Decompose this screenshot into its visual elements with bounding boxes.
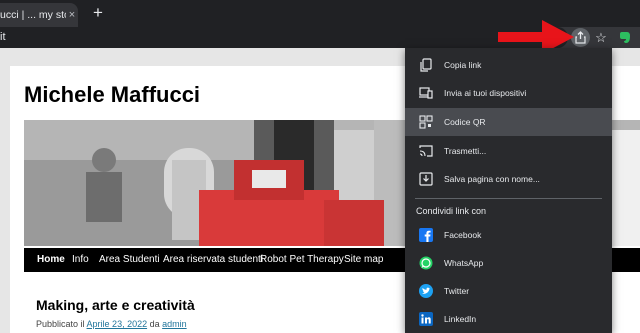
twitter-icon — [419, 284, 433, 298]
share-target-label: WhatsApp — [444, 258, 484, 268]
post-author-link[interactable]: admin — [162, 319, 187, 329]
browser-tab[interactable]: ucci | ... my storie × — [0, 3, 78, 27]
devices-icon — [419, 87, 433, 99]
address-text: it — [0, 31, 6, 43]
menu-item-send-to-devices[interactable]: Invia ai tuoi dispositivi — [405, 79, 612, 107]
post-meta: Pubblicato il Aprile 23, 2022 da admin — [36, 319, 187, 329]
new-tab-button[interactable]: + — [89, 4, 107, 22]
nav-robot-pet-therapy[interactable]: Robot Pet Therapy — [260, 248, 344, 272]
nav-area-riservata-studenti[interactable]: Area riservata studenti — [163, 248, 263, 272]
post-meta-by: da — [149, 319, 160, 329]
linkedin-icon — [419, 312, 433, 326]
address-bar[interactable]: it — [0, 27, 568, 48]
share-target-label: LinkedIn — [444, 314, 477, 324]
tab-title: ucci | ... my storie — [0, 9, 66, 21]
site-title[interactable]: Michele Maffucci — [24, 82, 200, 108]
share-linkedin[interactable]: LinkedIn — [405, 305, 612, 333]
menu-item-label: Copia link — [444, 60, 482, 70]
nav-area-studenti[interactable]: Area Studenti — [99, 248, 160, 272]
menu-item-copy-link[interactable]: Copia link — [405, 51, 612, 79]
save-page-icon — [419, 172, 433, 186]
menu-item-label: Codice QR — [444, 117, 486, 127]
nav-home[interactable]: Home — [37, 248, 65, 272]
post-title[interactable]: Making, arte e creatività — [36, 297, 195, 313]
nav-site-map[interactable]: Site map — [344, 248, 383, 272]
copy-icon — [420, 58, 432, 72]
post-date-link[interactable]: Aprile 23, 2022 — [87, 319, 148, 329]
facebook-icon — [419, 228, 433, 242]
menu-item-save-page[interactable]: Salva pagina con nome... — [405, 165, 612, 193]
nav-info[interactable]: Info — [72, 248, 89, 272]
share-target-label: Twitter — [444, 286, 470, 296]
menu-item-label: Invia ai tuoi dispositivi — [444, 88, 527, 98]
share-facebook[interactable]: Facebook — [405, 221, 612, 249]
menu-item-label: Trasmetti... — [444, 146, 487, 156]
share-icon — [575, 31, 586, 44]
menu-item-label: Salva pagina con nome... — [444, 174, 540, 184]
bookmark-star-icon[interactable]: ☆ — [594, 28, 608, 47]
menu-item-cast[interactable]: Trasmetti... — [405, 137, 612, 165]
cast-icon — [419, 145, 433, 157]
menu-item-qr-code[interactable]: Codice QR — [405, 108, 612, 136]
share-twitter[interactable]: Twitter — [405, 277, 612, 305]
share-menu: Copia link Invia ai tuoi dispositivi Cod… — [405, 48, 612, 333]
evernote-extension-icon[interactable] — [617, 30, 632, 45]
post-meta-prefix: Pubblicato il — [36, 319, 85, 329]
menu-divider — [415, 198, 602, 199]
tab-close-icon[interactable]: × — [66, 3, 78, 27]
whatsapp-icon — [419, 256, 433, 270]
share-target-label: Facebook — [444, 230, 482, 240]
share-whatsapp[interactable]: WhatsApp — [405, 249, 612, 277]
share-section-title: Condividi link con — [416, 206, 487, 216]
qr-code-icon — [419, 115, 433, 129]
